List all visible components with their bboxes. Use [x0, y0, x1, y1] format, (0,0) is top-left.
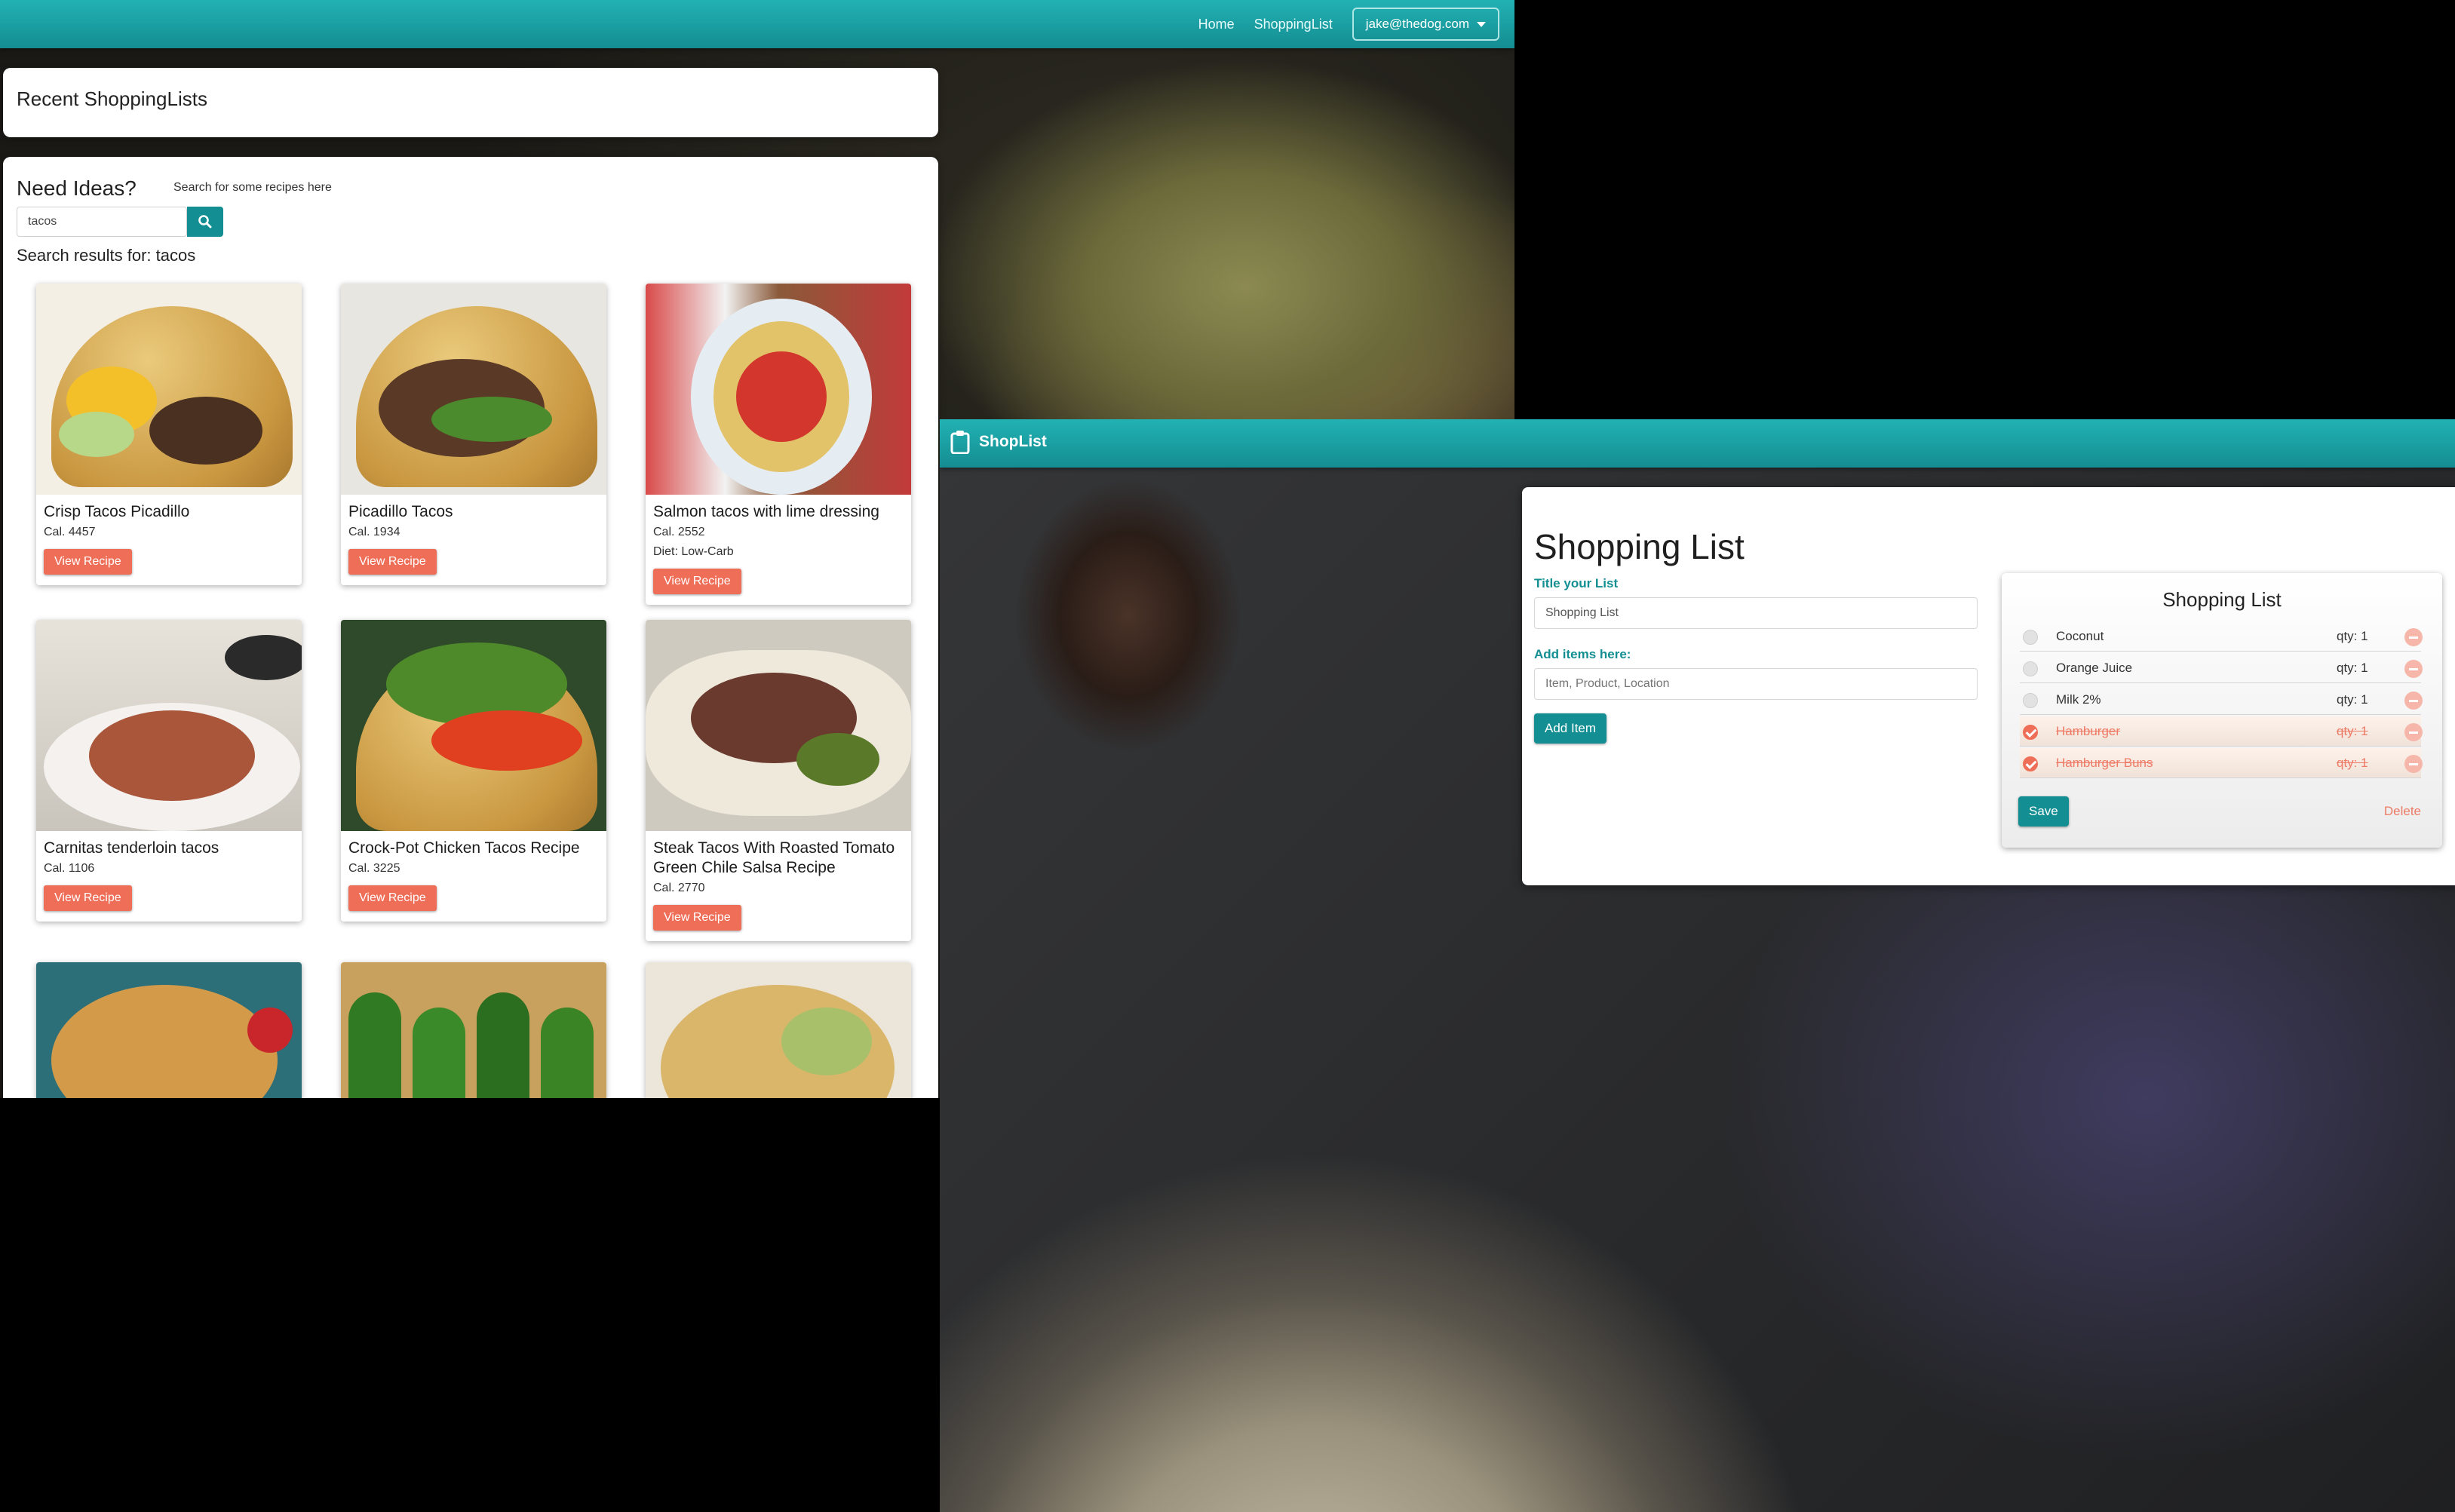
shopping-list-panel: Shopping List Title your List Add items …	[1522, 487, 2455, 885]
user-email: jake@thedog.com	[1365, 17, 1469, 31]
delete-link[interactable]: Delete	[2384, 804, 2421, 819]
remove-icon[interactable]	[2404, 692, 2423, 710]
recipe-image	[341, 620, 606, 831]
top-navbar: ShopList	[940, 419, 2455, 468]
items-label: Add items here:	[1534, 647, 1631, 661]
list-item-completed: Hamburger qty: 1	[2020, 716, 2423, 747]
brand-name: ShopList	[979, 433, 1047, 450]
recipe-card: Carnitas tenderloin tacos Cal. 1106 View…	[36, 620, 302, 922]
check-toggle-icon[interactable]	[2023, 693, 2038, 708]
title-label: Title your List	[1534, 576, 1619, 590]
recipe-title: Carnitas tenderloin tacos	[44, 839, 219, 857]
save-button[interactable]: Save	[2018, 796, 2069, 827]
recipe-card: Crock-Pot Chicken Tacos Recipe Cal. 3225…	[341, 620, 606, 922]
item-qty: qty: 1	[2337, 629, 2368, 643]
view-recipe-button[interactable]: View Recipe	[348, 885, 437, 911]
item-name: Orange Juice	[2056, 661, 2133, 675]
nav-shoppinglist-link[interactable]: ShoppingList	[1254, 17, 1333, 32]
nav-home-link[interactable]: Home	[1198, 17, 1235, 32]
recent-shoppinglists-panel: Recent ShoppingLists	[3, 68, 938, 137]
item-qty: qty: 1	[2337, 756, 2368, 770]
remove-icon[interactable]	[2404, 628, 2423, 646]
recipe-card	[341, 962, 606, 1098]
recipe-image	[341, 962, 606, 1098]
recipe-calories: Cal. 3225	[348, 862, 400, 875]
recipe-image	[36, 620, 302, 831]
recipe-title: Salmon tacos with lime dressing	[653, 503, 879, 520]
shopping-list-card: Shopping List Coconut qty: 1 Orange Juic…	[2002, 573, 2442, 848]
check-toggle-icon[interactable]	[2023, 630, 2038, 645]
remove-icon[interactable]	[2404, 755, 2423, 773]
user-dropdown[interactable]: jake@thedog.com	[1352, 8, 1499, 41]
recipe-card	[36, 962, 302, 1098]
item-input[interactable]	[1534, 668, 1978, 700]
list-item: Coconut qty: 1	[2020, 621, 2423, 652]
recipe-calories: Cal. 2552	[653, 526, 705, 538]
search-hint: Search for some recipes here	[173, 181, 332, 194]
recipe-search-input[interactable]	[17, 207, 187, 237]
recipe-image	[36, 284, 302, 495]
checked-icon[interactable]	[2023, 725, 2038, 740]
view-recipe-button[interactable]: View Recipe	[44, 549, 132, 575]
recipe-card: Salmon tacos with lime dressing Cal. 255…	[646, 284, 911, 605]
item-name: Coconut	[2056, 629, 2104, 643]
list-card-title: Shopping List	[2162, 588, 2282, 611]
recipe-calories: Cal. 1934	[348, 526, 400, 538]
recipe-search-panel: Need Ideas? Search for some recipes here…	[3, 157, 938, 1098]
checked-icon[interactable]	[2023, 756, 2038, 771]
top-navbar: Home ShoppingList jake@thedog.com	[0, 0, 1514, 48]
recipe-image	[341, 284, 606, 495]
brand[interactable]: ShopList	[950, 430, 1047, 454]
recipe-image	[36, 962, 302, 1098]
list-item: Orange Juice qty: 1	[2020, 653, 2423, 683]
recipe-title: Picadillo Tacos	[348, 503, 453, 520]
list-item: Milk 2% qty: 1	[2020, 685, 2423, 715]
recipe-calories: Cal. 4457	[44, 526, 96, 538]
item-name: Hamburger	[2056, 724, 2121, 738]
list-item-completed: Hamburger Buns qty: 1	[2020, 748, 2423, 778]
search-button[interactable]	[187, 207, 223, 237]
recipe-diet: Diet: Low-Carb	[653, 545, 734, 558]
shoplist-window: ShopList Shopping List Title your List A…	[940, 419, 2455, 1512]
item-qty: qty: 1	[2337, 692, 2368, 707]
search-results-label: Search results for: tacos	[17, 246, 196, 265]
remove-icon[interactable]	[2404, 660, 2423, 678]
need-ideas-heading: Need Ideas?	[17, 176, 137, 200]
recipe-image	[646, 284, 911, 495]
check-toggle-icon[interactable]	[2023, 661, 2038, 676]
item-name: Milk 2%	[2056, 692, 2101, 707]
page-title: Shopping List	[1534, 527, 1745, 566]
view-recipe-button[interactable]: View Recipe	[653, 905, 741, 931]
recipe-title: Crock-Pot Chicken Tacos Recipe	[348, 839, 580, 857]
remove-icon[interactable]	[2404, 723, 2423, 741]
recipe-calories: Cal. 2770	[653, 882, 705, 894]
recipe-image	[646, 962, 911, 1098]
view-recipe-button[interactable]: View Recipe	[348, 549, 437, 575]
view-recipe-button[interactable]: View Recipe	[653, 569, 741, 594]
recipe-card: Crisp Tacos Picadillo Cal. 4457 View Rec…	[36, 284, 302, 585]
recent-shoppinglists-title: Recent ShoppingLists	[17, 87, 207, 110]
add-item-button[interactable]: Add Item	[1534, 713, 1607, 744]
recipe-card: Steak Tacos With Roasted Tomato Green Ch…	[646, 620, 911, 941]
recipe-title: Steak Tacos With Roasted Tomato Green Ch…	[653, 839, 895, 876]
clipboard-icon	[950, 431, 970, 454]
list-title-input[interactable]	[1534, 597, 1978, 629]
item-qty: qty: 1	[2337, 661, 2368, 675]
recipe-card: Picadillo Tacos Cal. 1934 View Recipe	[341, 284, 606, 585]
item-qty: qty: 1	[2337, 724, 2368, 738]
recipe-title: Crisp Tacos Picadillo	[44, 503, 190, 520]
search-icon	[198, 215, 212, 228]
view-recipe-button[interactable]: View Recipe	[44, 885, 132, 911]
item-name: Hamburger Buns	[2056, 756, 2153, 770]
recipe-calories: Cal. 1106	[44, 862, 95, 875]
caret-down-icon	[1477, 21, 1486, 27]
recipe-image	[646, 620, 911, 831]
recipe-card	[646, 962, 911, 1098]
